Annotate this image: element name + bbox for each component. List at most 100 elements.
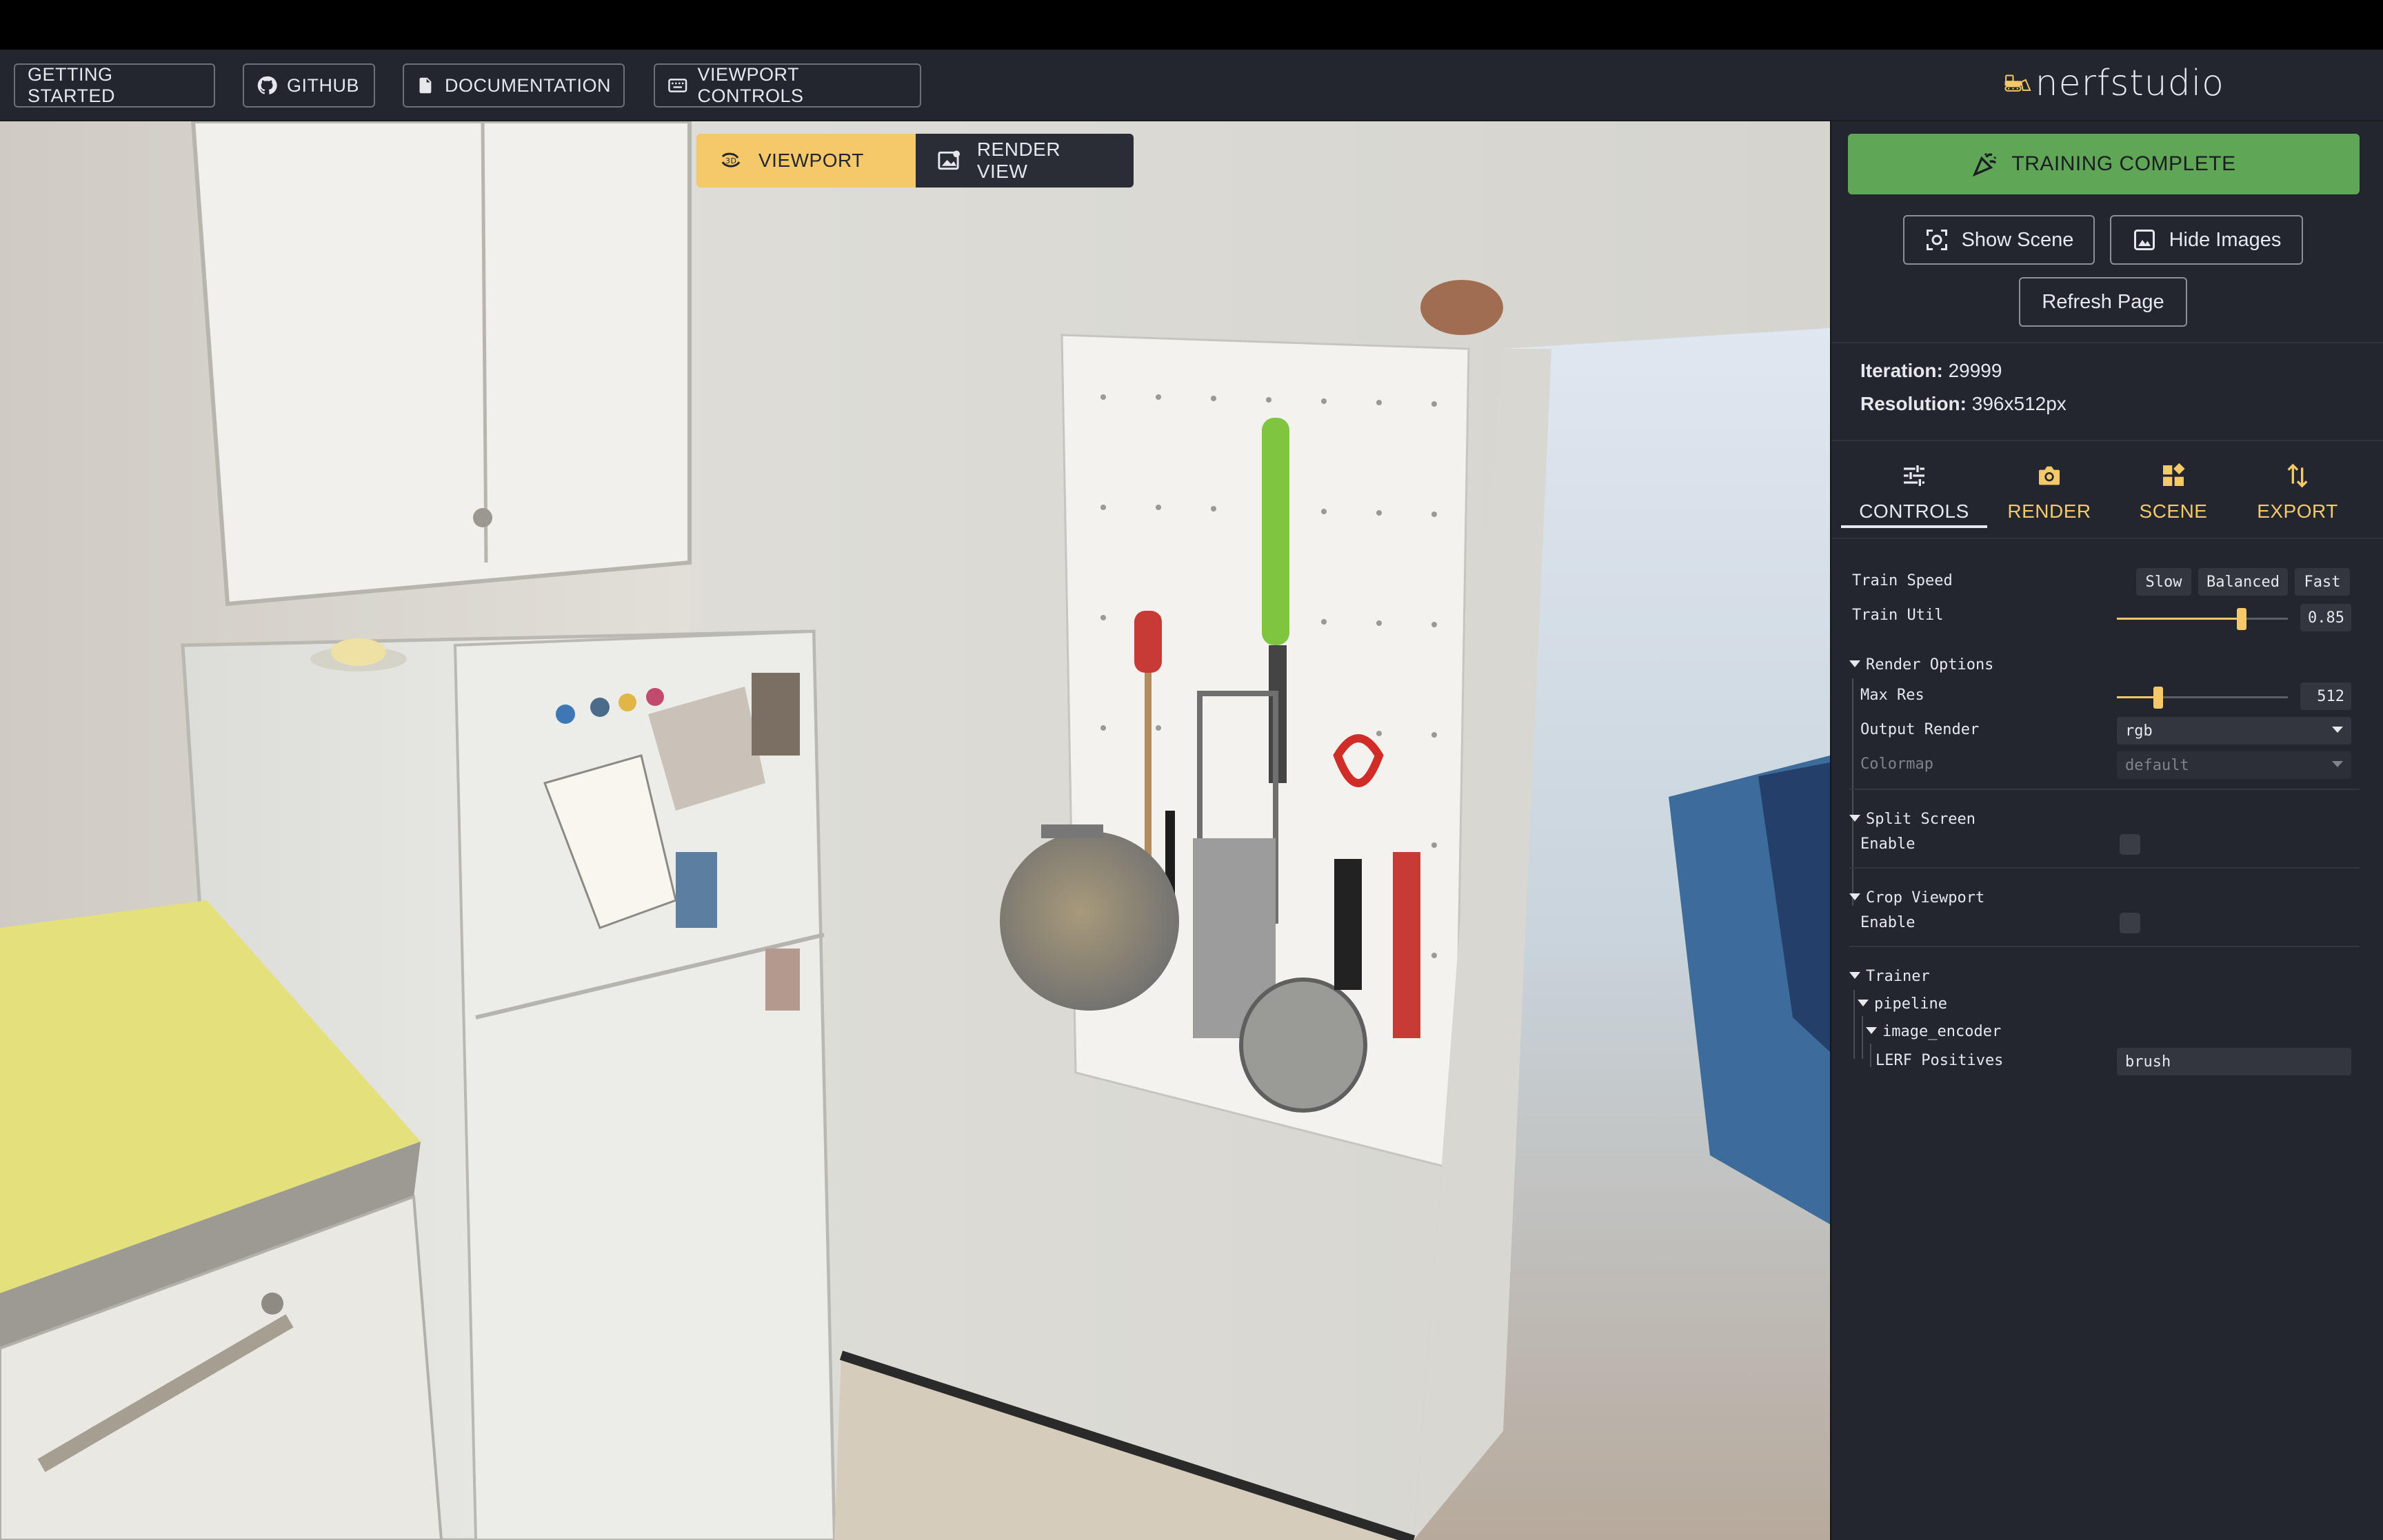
crop-enable-label: Enable (1860, 914, 1916, 931)
tab-scene[interactable]: SCENE (2104, 452, 2242, 528)
resolution-value: 396x512px (1971, 393, 2067, 414)
grid-icon (2163, 463, 2185, 486)
train-util-label: Train Util (1852, 607, 1944, 624)
image-encoder-label: image_encoder (1882, 1023, 2002, 1040)
app-window: GETTING STARTED GITHUB DOCUMENTATION VIE… (0, 0, 2383, 1540)
panel-divider (1831, 440, 2383, 441)
focus-scene-icon (1926, 230, 1947, 250)
colormap-label: Colormap (1860, 756, 1933, 773)
tab-render-label: RENDER (2007, 500, 2091, 522)
output-render-label: Output Render (1860, 721, 1980, 738)
3d-rotate-icon: 3D (721, 152, 741, 168)
speed-slow-button[interactable]: Slow (2136, 568, 2191, 596)
tab-export[interactable]: EXPORT (2229, 452, 2366, 528)
document-icon (419, 77, 432, 94)
tree-line (1852, 678, 1853, 906)
output-render-value: rgb (2125, 722, 2153, 740)
speed-fast-button[interactable]: Fast (2295, 568, 2350, 596)
keyboard-icon (668, 79, 687, 92)
collapse-icon (1866, 1027, 1877, 1034)
tab-scene-label: SCENE (2139, 500, 2208, 522)
chevron-down-icon (2332, 727, 2343, 733)
training-complete-button[interactable]: TRAINING COMPLETE (1848, 134, 2360, 194)
github-icon (257, 76, 277, 94)
training-complete-label: TRAINING COMPLETE (2011, 152, 2236, 175)
image-encoder-header[interactable]: image_encoder (1866, 1023, 2001, 1040)
tab-controls[interactable]: CONTROLS (1845, 452, 1983, 528)
chevron-down-icon (2332, 761, 2343, 767)
arrows-icon (2287, 463, 2308, 488)
split-enable-checkbox[interactable] (2120, 834, 2140, 855)
camera-icon (2039, 466, 2060, 485)
viewport-tab-label: VIEWPORT (758, 150, 864, 171)
train-util-input[interactable]: 0.85 (2300, 604, 2351, 631)
collapse-icon (1849, 893, 1860, 900)
split-screen-header[interactable]: Split Screen (1849, 811, 1975, 828)
svg-text:3D: 3D (725, 156, 736, 165)
viewport-canvas[interactable]: 3D VIEWPORT RENDER VIEW (0, 121, 1830, 1540)
max-res-label: Max Res (1860, 687, 1924, 704)
max-res-thumb[interactable] (2153, 687, 2163, 709)
trainer-label: Trainer (1866, 968, 1930, 985)
viewport-controls-button[interactable]: VIEWPORT CONTROLS (654, 63, 921, 108)
max-res-input[interactable]: 512 (2300, 682, 2351, 710)
viewport-render-toggle: 3D VIEWPORT RENDER VIEW (696, 134, 1134, 188)
iteration-readout: Iteration: 29999 (1860, 360, 2002, 382)
colormap-select[interactable]: default (2117, 751, 2351, 779)
tree-line (1853, 990, 1855, 1059)
speed-balanced-button[interactable]: Balanced (2198, 568, 2288, 596)
image-icon (2133, 230, 2155, 250)
tree-line (1862, 1016, 1863, 1059)
section-separator (1849, 789, 2360, 790)
section-separator (1849, 946, 2360, 947)
resolution-label: Resolution: (1860, 393, 1967, 414)
nerfstudio-logo: nerfstudio (2004, 58, 2224, 109)
viewport-tab-button[interactable]: 3D VIEWPORT (696, 134, 916, 188)
output-render-select[interactable]: rgb (2117, 717, 2351, 744)
crop-enable-checkbox[interactable] (2120, 913, 2140, 933)
bulldozer-icon (2004, 74, 2031, 92)
render-view-tab-label: RENDER VIEW (976, 139, 1061, 182)
render-options-header[interactable]: Render Options (1849, 656, 1993, 673)
iteration-label: Iteration: (1860, 360, 1943, 381)
collapse-icon (1849, 660, 1860, 667)
split-screen-label: Split Screen (1866, 811, 1975, 828)
sliders-icon (1904, 465, 1924, 486)
crop-viewport-header[interactable]: Crop Viewport (1849, 889, 1984, 906)
train-util-thumb[interactable] (2237, 608, 2247, 630)
hide-images-button[interactable]: Hide Images (2110, 215, 2303, 265)
render-view-tab-button[interactable]: RENDER VIEW (916, 134, 1134, 188)
resolution-readout: Resolution: 396x512px (1860, 393, 2067, 415)
iteration-value: 29999 (1948, 360, 2002, 381)
pipeline-label: pipeline (1874, 995, 1947, 1013)
scene-render (0, 121, 1830, 1540)
collapse-icon (1849, 972, 1860, 979)
show-scene-label: Show Scene (1961, 228, 2074, 251)
panel-divider (1831, 538, 2383, 539)
tab-export-label: EXPORT (2257, 500, 2338, 522)
split-enable-label: Enable (1860, 835, 1916, 853)
documentation-label: DOCUMENTATION (445, 74, 611, 96)
tab-render[interactable]: RENDER (1980, 452, 2118, 528)
documentation-button[interactable]: DOCUMENTATION (403, 63, 625, 108)
pipeline-header[interactable]: pipeline (1858, 995, 1947, 1013)
control-panel: TRAINING COMPLETE Show Scene Hide Images… (1830, 121, 2383, 1540)
getting-started-button[interactable]: GETTING STARTED (14, 63, 215, 108)
refresh-page-button[interactable]: Refresh Page (2019, 277, 2187, 327)
active-tab-indicator (1841, 525, 1987, 528)
lerf-positives-input[interactable]: brush (2117, 1048, 2351, 1075)
trainer-header[interactable]: Trainer (1849, 968, 1930, 985)
github-label: GITHUB (287, 74, 360, 96)
viewport-controls-label: VIEWPORT CONTROLS (697, 64, 804, 106)
github-button[interactable]: GITHUB (243, 63, 375, 108)
panel-tabs: CONTROLS RENDER SCENE EXPORT (1841, 452, 2376, 528)
section-separator (1849, 867, 2360, 869)
collapse-icon (1858, 1000, 1869, 1006)
render-image-icon (938, 150, 960, 170)
getting-started-label: GETTING STARTED (28, 64, 116, 106)
train-speed-label: Train Speed (1852, 572, 1953, 589)
lerf-positives-label: LERF Positives (1876, 1052, 2004, 1069)
show-scene-button[interactable]: Show Scene (1903, 215, 2095, 265)
tab-controls-label: CONTROLS (1859, 500, 1969, 522)
colormap-value: default (2125, 756, 2189, 774)
